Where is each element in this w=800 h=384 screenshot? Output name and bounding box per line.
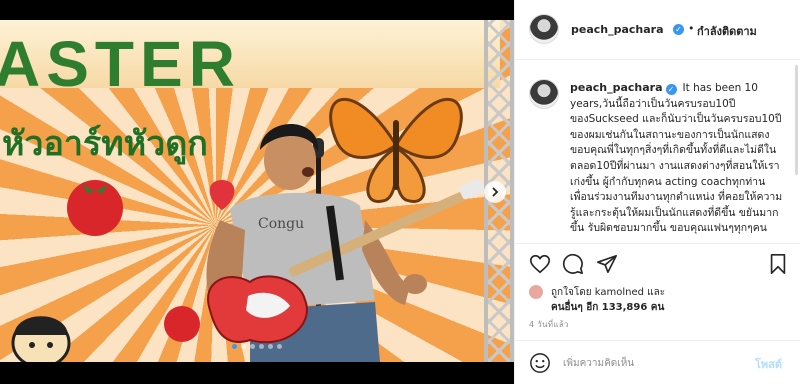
post-header: peach_pachara ✓ • กำลังติดตาม xyxy=(515,0,800,60)
post-photo: ASTER หัวอาร์ทหัวดูก Congu xyxy=(0,20,514,362)
likes-count-text[interactable]: คนอื่นๆ อีก 133,896 คน xyxy=(551,300,664,315)
emoji-icon[interactable] xyxy=(529,352,551,374)
backdrop-sign-text: ASTER xyxy=(0,28,241,100)
post-media[interactable]: ASTER หัวอาร์ทหัวดูก Congu xyxy=(0,0,514,384)
post-comment-button[interactable]: โพสต์ xyxy=(755,355,782,373)
post-actions xyxy=(515,243,800,283)
caption-text-block: peach_pachara ✓ It has been 10 years,วันนี… xyxy=(570,80,784,237)
carousel-dot xyxy=(259,344,264,349)
liked-by-text[interactable]: ถูกใจโดย kamolned และ xyxy=(551,285,665,300)
tomato-decoration xyxy=(67,180,123,236)
caption-section: peach_pachara ✓ It has been 10 years,วันนี… xyxy=(515,61,800,241)
chevron-right-icon xyxy=(492,187,499,197)
comment-bar: โพสต์ xyxy=(515,340,800,384)
carousel-next-button[interactable] xyxy=(484,181,506,203)
share-icon[interactable] xyxy=(596,253,618,275)
carousel-dot xyxy=(250,344,255,349)
heart-icon[interactable] xyxy=(529,253,551,275)
svg-text:Congu: Congu xyxy=(258,216,304,232)
comment-icon[interactable] xyxy=(562,253,584,275)
backdrop-thai-text: หัวอาร์ทหัวดูก xyxy=(2,124,208,164)
author-username[interactable]: peach_pachara xyxy=(571,23,664,36)
caption-author-avatar[interactable] xyxy=(529,79,559,109)
caption-username[interactable]: peach_pachara xyxy=(570,81,663,94)
post-side-panel: peach_pachara ✓ • กำลังติดตาม peach_pach… xyxy=(514,0,800,384)
header-separator: • xyxy=(688,22,695,35)
verified-badge-icon: ✓ xyxy=(673,24,684,35)
bookmark-icon[interactable] xyxy=(767,253,789,275)
carousel-indicator xyxy=(232,344,282,349)
caption-scrollbar[interactable] xyxy=(795,65,798,175)
carousel-dot xyxy=(277,344,282,349)
carousel-dot xyxy=(268,344,273,349)
author-avatar[interactable] xyxy=(529,14,559,44)
following-button[interactable]: กำลังติดตาม xyxy=(697,22,757,40)
caption-text: It has been 10 years,วันนี้ถือว่าเป็นวัน… xyxy=(570,82,783,235)
guitarist-figure: Congu xyxy=(206,123,485,362)
post-timestamp[interactable]: 4 วันที่แล้ว xyxy=(529,318,569,331)
carousel-dot xyxy=(241,344,246,349)
verified-badge-icon: ✓ xyxy=(665,84,677,95)
comment-input[interactable] xyxy=(563,353,743,373)
cartoon-decoration xyxy=(11,316,71,362)
liker-avatar xyxy=(529,285,543,299)
carousel-dot xyxy=(232,344,237,349)
